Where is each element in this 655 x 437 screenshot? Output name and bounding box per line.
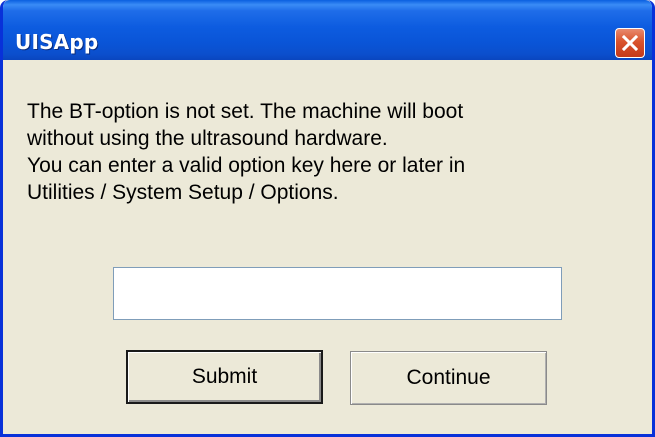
message-line: You can enter a valid option key here or… [27,154,466,177]
window-title: UISApp [15,30,99,54]
message-line: The BT-option is not set. The machine wi… [27,100,464,123]
dialog-message: The BT-option is not set. The machine wi… [27,98,627,206]
close-button[interactable] [615,28,645,58]
message-line: without using the ultrasound hardware. [27,127,388,150]
dialog-body: The BT-option is not set. The machine wi… [3,60,652,434]
submit-button[interactable]: Submit [126,350,323,404]
option-key-input[interactable] [113,267,562,320]
title-bar[interactable]: UISApp [3,0,652,60]
continue-button[interactable]: Continue [350,351,547,405]
dialog-window: UISApp The BT-option is not set. The mac… [0,0,655,437]
close-icon [622,35,638,51]
message-line: Utilities / System Setup / Options. [27,181,339,204]
